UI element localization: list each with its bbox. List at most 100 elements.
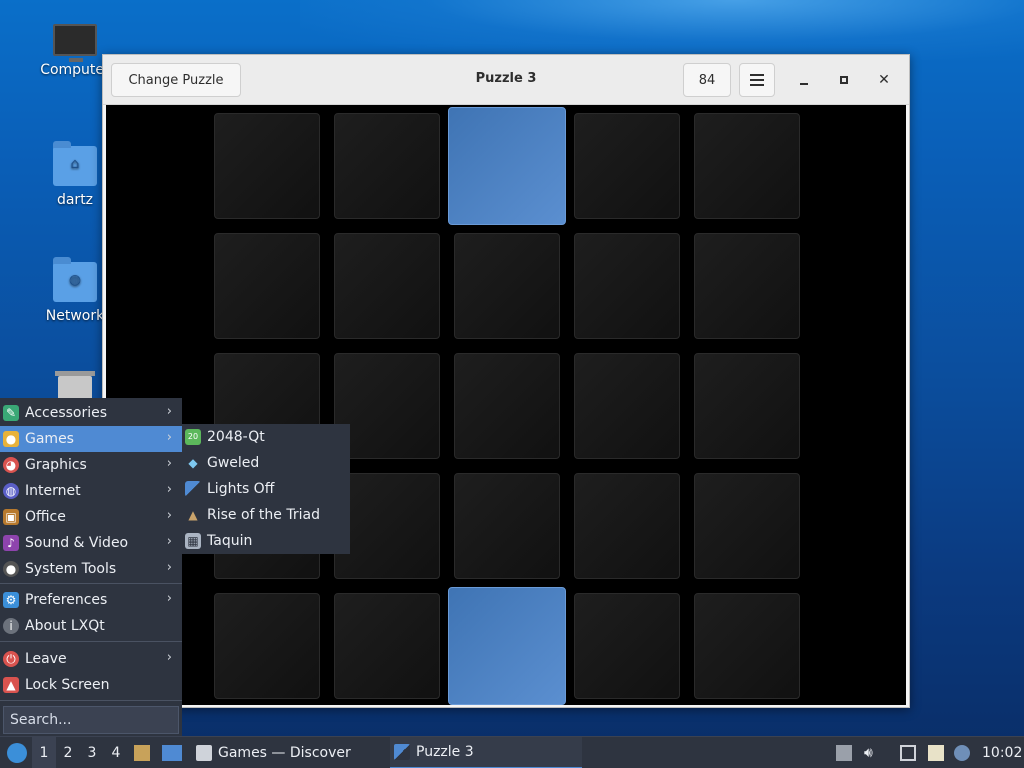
puzzle-tile[interactable] (574, 473, 680, 579)
menu-item-label: Internet (25, 483, 81, 499)
puzzle-tile[interactable] (214, 233, 320, 339)
menu-item-label: 2048-Qt (207, 429, 265, 445)
lights-off-icon (185, 481, 201, 497)
puzzle-tile[interactable] (454, 233, 560, 339)
menu-item-preferences[interactable]: ⚙ Preferences › (0, 587, 182, 613)
menu-separator (0, 700, 182, 701)
sound-video-icon: ♪ (3, 535, 19, 551)
tray-notifications[interactable] (954, 737, 970, 768)
task-label: Games — Discover (218, 745, 351, 761)
desktop-switch-3[interactable]: 3 (80, 737, 104, 768)
menu-item-label: About LXQt (25, 618, 105, 634)
menu-item-lock-screen[interactable]: ▲ Lock Screen (0, 672, 182, 698)
puzzle-tile[interactable] (334, 233, 440, 339)
puzzle-tile[interactable] (574, 593, 680, 699)
puzzle-board (106, 105, 906, 705)
window-title: Puzzle 3 (475, 71, 537, 86)
puzzle-tile[interactable] (694, 473, 800, 579)
puzzle-tile[interactable] (334, 113, 440, 219)
puzzle-tile[interactable] (214, 593, 320, 699)
accessories-icon: ✎ (3, 405, 19, 421)
chevron-right-icon: › (166, 534, 172, 549)
submenu-item-lights-off[interactable]: Lights Off (182, 476, 350, 502)
close-button[interactable]: ✕ (873, 69, 895, 91)
quicklaunch-file-manager[interactable] (134, 737, 154, 768)
graphics-icon: ◕ (3, 457, 19, 473)
wallpaper-highlight (300, 0, 1024, 60)
maximize-icon (840, 76, 848, 84)
puzzle-tile[interactable] (454, 473, 560, 579)
network-icon (900, 745, 916, 761)
menu-item-label: Preferences (25, 592, 108, 608)
submenu-item-taquin[interactable]: ▦ Taquin (182, 528, 350, 554)
desktop-switch-1[interactable]: 1 (32, 737, 56, 768)
start-menu-button[interactable] (4, 737, 30, 768)
submenu-item-rott[interactable]: ▲ Rise of the Triad (182, 502, 350, 528)
menu-item-accessories[interactable]: ✎ Accessories › (0, 400, 182, 426)
menu-separator (0, 583, 182, 584)
network-folder-icon: ◍ (53, 257, 97, 302)
clipboard-icon (928, 745, 944, 761)
lxqt-logo-icon (7, 743, 27, 763)
menu-item-about[interactable]: i About LXQt (0, 613, 182, 639)
menu-item-games[interactable]: ● Games › (0, 426, 182, 452)
menu-item-office[interactable]: ▣ Office › (0, 504, 182, 530)
menu-search-input[interactable] (3, 706, 179, 734)
lock-icon: ▲ (3, 677, 19, 693)
hamburger-menu-button[interactable] (739, 63, 775, 97)
volume-icon: 🔊︎ (864, 745, 873, 761)
desktop-switch-4[interactable]: 4 (104, 737, 128, 768)
computer-icon (53, 24, 97, 62)
quicklaunch-desktop[interactable] (162, 737, 184, 768)
menu-item-graphics[interactable]: ◕ Graphics › (0, 452, 182, 478)
chevron-right-icon: › (166, 560, 172, 575)
puzzle-tile[interactable] (574, 233, 680, 339)
puzzle-tile[interactable] (448, 587, 566, 705)
home-folder-icon: ⌂ (53, 141, 97, 186)
menu-item-label: System Tools (25, 561, 117, 577)
task-label: Puzzle 3 (416, 744, 474, 760)
puzzle-tile[interactable] (694, 593, 800, 699)
puzzle-tile[interactable] (694, 353, 800, 459)
puzzle-tile[interactable] (574, 113, 680, 219)
menu-item-system-tools[interactable]: ● System Tools › (0, 556, 182, 582)
puzzle-tile[interactable] (694, 113, 800, 219)
puzzle-tile[interactable] (448, 107, 566, 225)
menu-item-label: Lock Screen (25, 677, 110, 693)
puzzle-tile[interactable] (454, 353, 560, 459)
tray-network[interactable] (900, 737, 920, 768)
tray-updates[interactable] (836, 737, 852, 768)
taquin-icon: ▦ (185, 533, 201, 549)
menu-item-label: Taquin (207, 533, 253, 549)
change-puzzle-button[interactable]: Change Puzzle (111, 63, 241, 97)
puzzle-tile[interactable] (574, 353, 680, 459)
menu-item-label: Graphics (25, 457, 87, 473)
menu-item-label: Sound & Video (25, 535, 129, 551)
tray-volume[interactable]: 🔊︎ (864, 737, 882, 768)
leave-icon: ⏻ (3, 651, 19, 667)
discover-icon (196, 745, 212, 761)
puzzle-tile[interactable] (214, 113, 320, 219)
submenu-item-gweled[interactable]: ◆ Gweled (182, 450, 350, 476)
desktop-switch-2[interactable]: 2 (56, 737, 80, 768)
puzzle-tile[interactable] (334, 593, 440, 699)
submenu-item-2048[interactable]: 20 2048-Qt (182, 424, 350, 450)
menu-separator (0, 641, 182, 642)
maximize-button[interactable] (833, 69, 855, 91)
chevron-right-icon: › (166, 650, 172, 665)
preferences-icon: ⚙ (3, 592, 19, 608)
menu-item-sound-video[interactable]: ♪ Sound & Video › (0, 530, 182, 556)
clock[interactable]: 10:02 (982, 737, 1022, 768)
menu-item-label: Office (25, 509, 66, 525)
menu-item-leave[interactable]: ⏻ Leave › (0, 646, 182, 672)
chevron-right-icon: › (166, 508, 172, 523)
notification-icon (954, 745, 970, 761)
menu-item-internet[interactable]: ◍ Internet › (0, 478, 182, 504)
menu-item-label: Gweled (207, 455, 260, 471)
task-discover[interactable]: Games — Discover (192, 737, 382, 768)
task-puzzle[interactable]: Puzzle 3 (390, 737, 582, 768)
puzzle-tile[interactable] (694, 233, 800, 339)
window-titlebar[interactable]: Change Puzzle Puzzle 3 84 ✕ (103, 55, 909, 105)
minimize-button[interactable] (793, 69, 815, 91)
tray-clipboard[interactable] (928, 737, 946, 768)
